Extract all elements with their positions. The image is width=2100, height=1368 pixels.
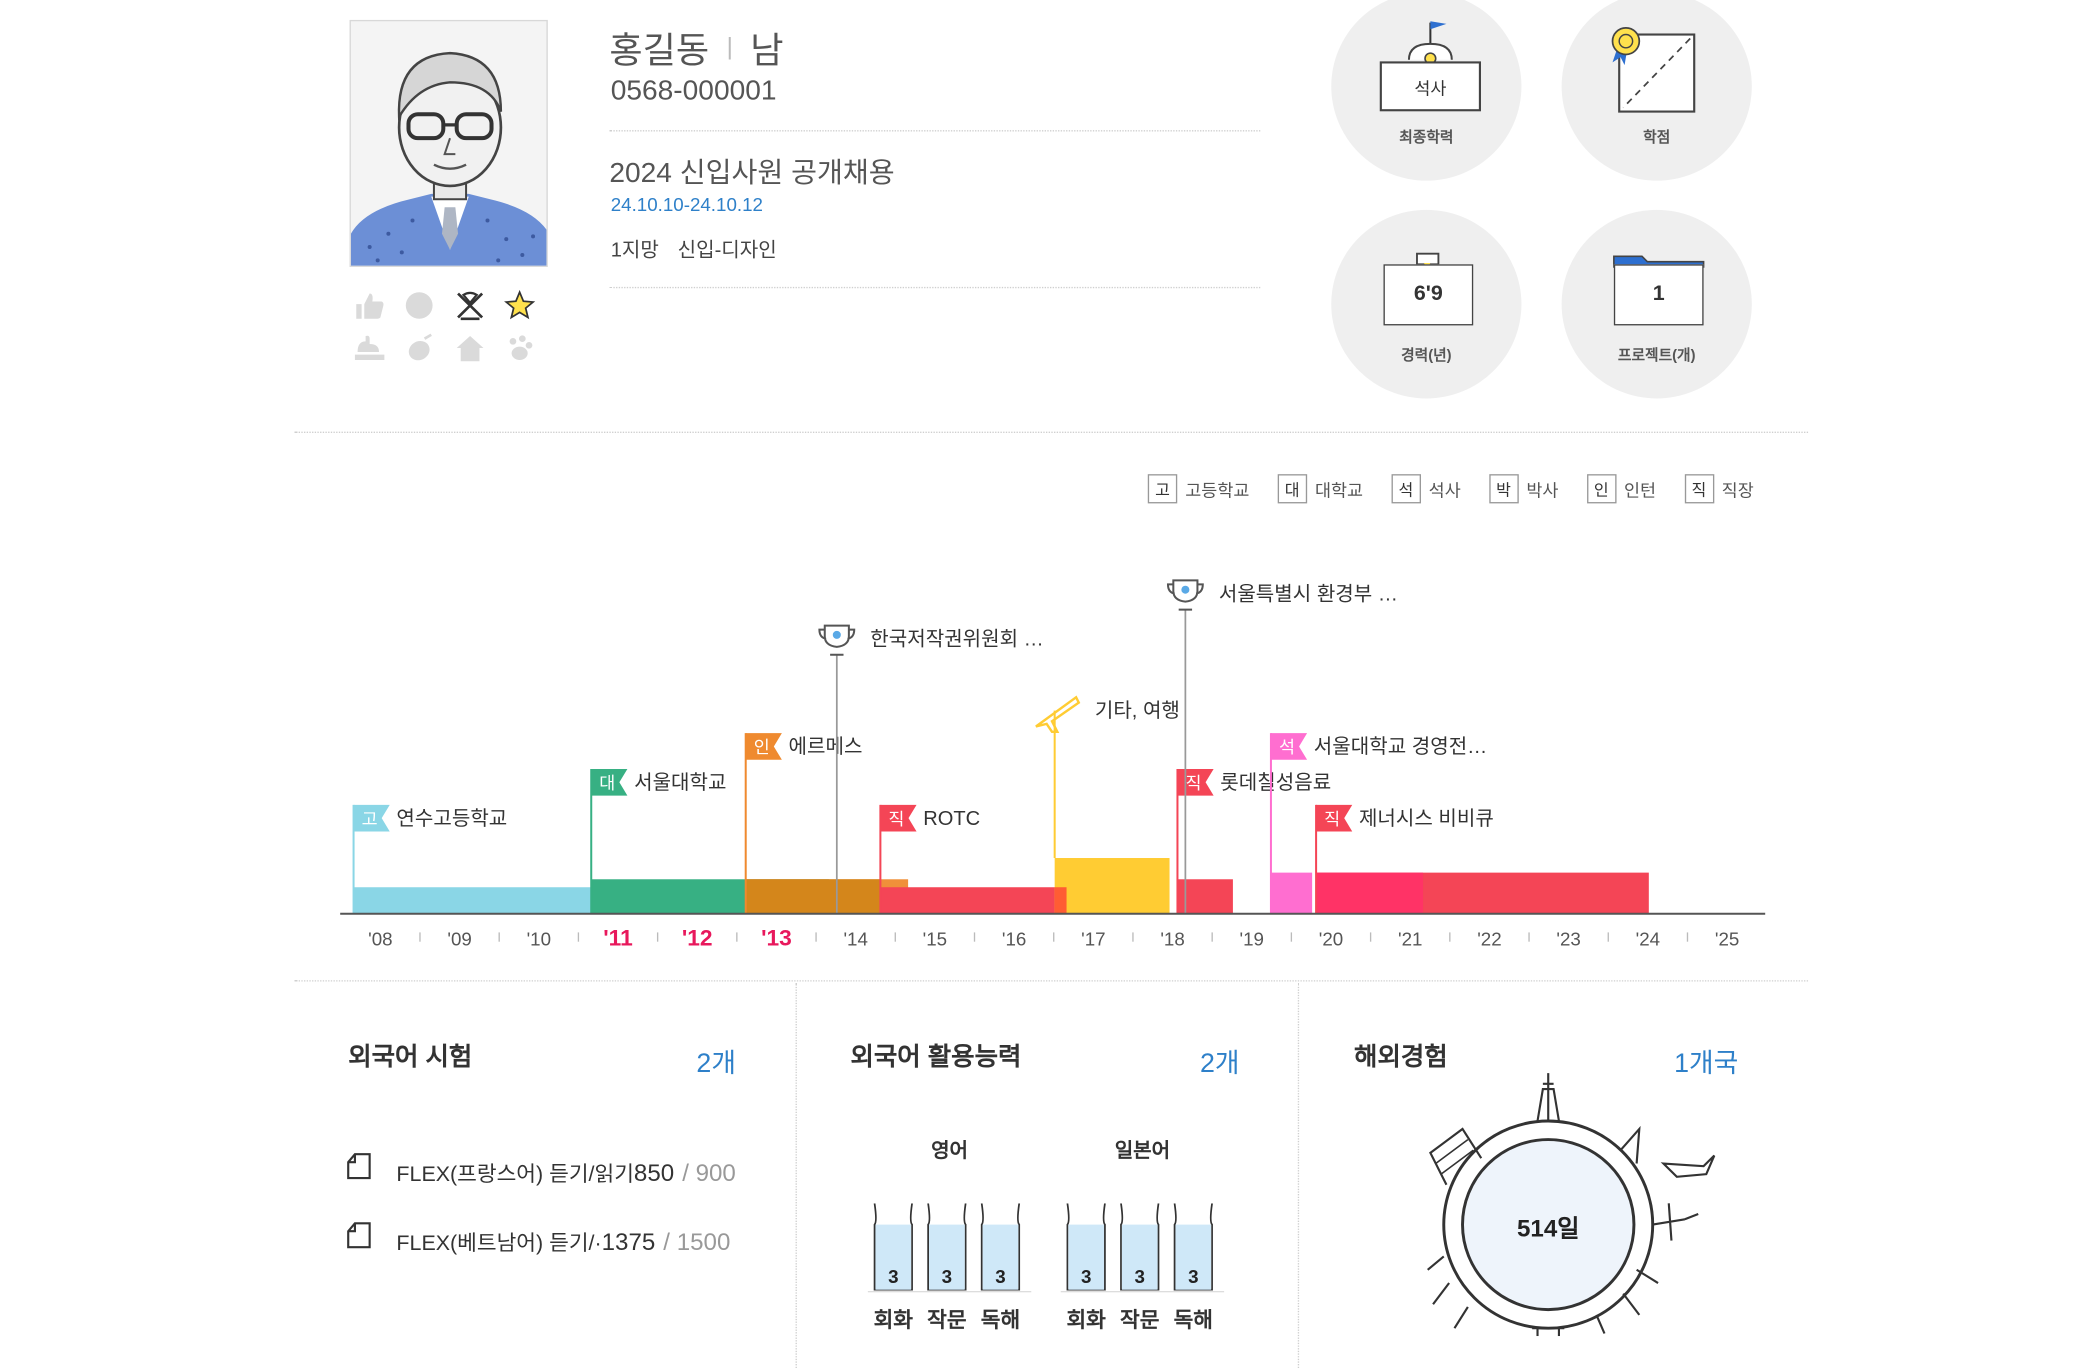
timeline-event-label: ROTC — [923, 808, 980, 830]
foreign-test-item[interactable]: FLEX(프랑스어) 듣기/읽기 850 / 900 — [346, 1152, 736, 1188]
foreign-test-name: FLEX(프랑스어) 듣기/읽기 — [396, 1163, 634, 1187]
skill-baseline — [867, 1291, 1032, 1293]
timeline-flag-badge: 직 — [1185, 773, 1201, 793]
skill-level-value: 3 — [888, 1265, 899, 1288]
timeline-year-label: '20 — [1319, 929, 1343, 950]
foreign-test-count: 2개 — [696, 1049, 736, 1079]
skill-level-value: 3 — [1134, 1265, 1145, 1288]
timeline-event-label: 서울대학교 경영전… — [1314, 735, 1487, 758]
skill-name: 회화 — [1066, 1309, 1106, 1333]
skill-level-value: 3 — [995, 1265, 1006, 1288]
overseas-title: 해외경험 — [1354, 1043, 1448, 1072]
timeline-bar — [1054, 858, 1170, 914]
timeline-bar-overlap — [745, 879, 881, 914]
timeline-event-label: 연수고등학교 — [396, 807, 507, 830]
timeline-year-label: '22 — [1477, 929, 1501, 950]
section-divider-bottom — [294, 980, 1809, 982]
timeline-year-label: '19 — [1240, 929, 1264, 950]
skill-name: 회화 — [873, 1309, 914, 1333]
timeline-year-label: '23 — [1556, 929, 1580, 950]
timeline-event-label: 제너시스 비비큐 — [1359, 807, 1494, 830]
skill-level-value: 3 — [941, 1265, 953, 1288]
timeline-flag-badge: 직 — [888, 809, 904, 829]
skill-name: 독해 — [980, 1309, 1021, 1333]
timeline-year-label: '18 — [1160, 929, 1184, 950]
timeline-year-label: '09 — [447, 929, 471, 950]
overseas-days: 514일 — [1517, 1215, 1580, 1242]
skill-name: 작문 — [927, 1309, 967, 1333]
skill-baseline — [1060, 1291, 1225, 1293]
timeline-year-label: '11 — [603, 925, 632, 951]
timeline-year-label: '12 — [682, 925, 713, 951]
foreign-test-score: 1375 — [601, 1228, 656, 1256]
foreign-test-max: / 1500 — [663, 1228, 731, 1256]
timeline-bar-overlap — [1316, 872, 1424, 914]
document-icon — [346, 1152, 373, 1188]
timeline-bar — [880, 887, 1067, 914]
foreign-test-max: / 900 — [682, 1159, 736, 1187]
trophy-star-icon — [832, 630, 841, 639]
timeline-event-label: 에르메스 — [789, 735, 863, 758]
skill-name: 작문 — [1120, 1309, 1160, 1333]
language-skill-title: 외국어 활용능력 — [850, 1043, 1022, 1072]
panel-separator-1 — [795, 982, 797, 1368]
award-label: 한국저작권위원회 … — [870, 628, 1043, 651]
timeline-event-label: 롯데칠성음료 — [1220, 771, 1331, 794]
skill-name: 독해 — [1173, 1309, 1214, 1333]
language-name: 일본어 — [1114, 1139, 1171, 1163]
timeline-year-label: '16 — [1002, 929, 1026, 950]
skill-level-value: 3 — [1080, 1265, 1092, 1288]
language-skill-count: 2개 — [1200, 1049, 1240, 1079]
timeline-flag-badge: 석 — [1279, 737, 1295, 757]
timeline-year-label: '17 — [1081, 929, 1105, 950]
timeline-flag-badge: 인 — [754, 737, 770, 757]
timeline-event-label: 기타, 여행 — [1095, 699, 1180, 722]
foreign-test-item[interactable]: FLEX(베트남어) 듣기/· 1375 / 1500 — [346, 1221, 731, 1257]
timeline-bar — [353, 887, 592, 914]
timeline-year-label: '25 — [1715, 929, 1739, 950]
timeline-year-label: '21 — [1398, 929, 1422, 950]
document-icon — [346, 1221, 373, 1257]
foreign-test-name: FLEX(베트남어) 듣기/· — [396, 1232, 602, 1256]
timeline-event-label: 서울대학교 — [634, 771, 726, 794]
foreign-test-score: 850 — [633, 1159, 675, 1187]
timeline-bar — [1270, 872, 1313, 914]
timeline-year-label: '14 — [843, 929, 867, 950]
timeline-flag-badge: 대 — [599, 773, 615, 793]
career-timeline: 고 연수고등학교 대 서울대학교 인 에르메스직 ROTC 기타, 여행직 롯데칠성음료 석 서울대… — [340, 579, 1766, 951]
airplane-icon — [1035, 695, 1081, 734]
timeline-year-label: '24 — [1636, 929, 1660, 950]
timeline-year-label: '13 — [761, 925, 792, 951]
trophy-icon — [818, 624, 856, 656]
timeline-bar-overlap — [1054, 887, 1067, 914]
timeline-year-label: '08 — [368, 929, 392, 950]
timeline-year-label: '10 — [527, 929, 551, 950]
timeline-flag-badge: 고 — [362, 809, 378, 829]
language-name: 영어 — [931, 1139, 969, 1163]
award-label: 서울특별시 환경부 … — [1219, 582, 1398, 605]
globe-landmarks-icon — [1422, 1071, 1725, 1343]
trophy-star-icon — [1181, 585, 1190, 594]
skill-level-value: 3 — [1188, 1265, 1199, 1288]
timeline-flag-badge: 직 — [1324, 809, 1340, 829]
trophy-icon — [1166, 579, 1204, 611]
panel-separator-2 — [1297, 982, 1300, 1368]
timeline-year-label: '15 — [923, 929, 947, 950]
foreign-test-title: 외국어 시험 — [348, 1043, 473, 1072]
